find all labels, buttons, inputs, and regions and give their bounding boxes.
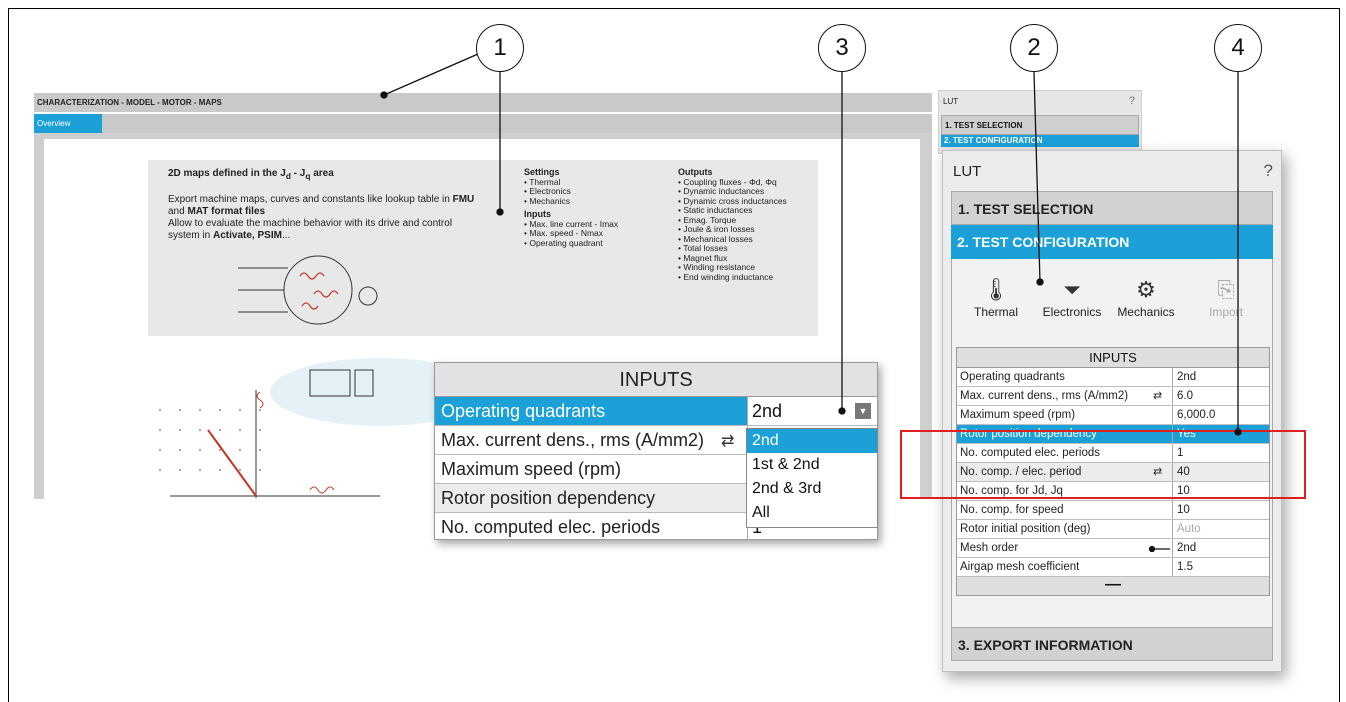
callout-3: 3	[818, 24, 866, 72]
input-row-comp-speed[interactable]: No. comp. for speed 10	[957, 501, 1269, 520]
outputs-list: Outputs Coupling fluxes - Φd, Φq Dynamic…	[678, 167, 787, 282]
option-1st-2nd[interactable]: 1st & 2nd	[747, 453, 877, 477]
collapse-button[interactable]: —	[957, 577, 1269, 595]
section-test-configuration[interactable]: 2. TEST CONFIGURATION	[951, 225, 1273, 259]
description-title: 2D maps defined in the Jd - Jq area	[168, 168, 334, 181]
input-row-mesh-order[interactable]: Mesh order 2nd	[957, 539, 1269, 558]
lut-small-test-selection[interactable]: 1. TEST SELECTION	[941, 115, 1139, 135]
swap-arrows-icon[interactable]: ⇄	[1153, 387, 1162, 405]
description-box: 2D maps defined in the Jd - Jq area Expo…	[148, 160, 818, 336]
help-icon[interactable]: ?	[1129, 95, 1135, 107]
tab-overview[interactable]: Overview	[34, 114, 102, 133]
zoom-row-label: Maximum speed (rpm)	[441, 459, 622, 479]
input-row-max-speed[interactable]: Maximum speed (rpm) 6,000.0	[957, 406, 1269, 425]
thermal-label: Thermal	[973, 305, 1018, 319]
highlight-box	[900, 430, 1306, 499]
operating-quadrants-options: 2nd 1st & 2nd 2nd & 3rd All	[746, 428, 878, 528]
lut-title: LUT	[953, 163, 982, 180]
zoom-row-operating-quadrants[interactable]: Operating quadrants 2nd ▼	[435, 397, 877, 426]
option-all[interactable]: All	[747, 501, 877, 525]
mechanics-button[interactable]: ⚙ Mechanics	[1106, 275, 1186, 319]
gears-icon: ⚙	[1136, 277, 1156, 302]
zoomed-inputs-header: INPUTS	[435, 363, 877, 397]
mechanics-label: Mechanics	[1117, 305, 1175, 319]
settings-list: Settings Thermal Electronics Mechanics I…	[524, 167, 618, 248]
input-value[interactable]: 2nd	[1172, 368, 1269, 386]
option-2nd[interactable]: 2nd	[747, 429, 877, 453]
operating-quadrants-select[interactable]: 2nd ▼	[747, 397, 877, 425]
motor-schematic	[238, 255, 378, 325]
input-value[interactable]: Auto	[1172, 520, 1269, 538]
callout-2: 2	[1010, 24, 1058, 72]
import-label: Import	[1208, 305, 1243, 319]
zoom-row-label: Rotor position dependency	[441, 488, 656, 508]
input-value[interactable]: 6,000.0	[1172, 406, 1269, 424]
lut-small-title: LUT ?	[943, 95, 1135, 107]
lut-panel: LUT ? 1. TEST SELECTION 2. TEST CONFIGUR…	[942, 150, 1282, 672]
input-value[interactable]: 2nd	[1172, 539, 1269, 557]
electronics-button[interactable]: ⏷ Electronics	[1032, 275, 1112, 319]
electronics-label: Electronics	[1042, 305, 1102, 319]
chevron-down-icon[interactable]: ▼	[855, 403, 871, 419]
thermometer-icon: 🌡	[982, 277, 1010, 302]
thermal-button[interactable]: 🌡 Thermal	[956, 275, 1036, 319]
inputs-header: INPUTS	[957, 348, 1269, 368]
zoom-row-label: Max. current dens., rms (A/mm2)	[441, 430, 705, 450]
section-export-information[interactable]: 3. EXPORT INFORMATION	[951, 627, 1273, 661]
option-2nd-3rd[interactable]: 2nd & 3rd	[747, 477, 877, 501]
input-value[interactable]: 6.0	[1172, 387, 1269, 405]
input-row-airgap-mesh[interactable]: Airgap mesh coefficient 1.5	[957, 558, 1269, 577]
tab-bar: Overview	[34, 114, 932, 133]
input-value[interactable]: 1.5	[1172, 558, 1269, 576]
callout-4: 4	[1214, 24, 1262, 72]
zoom-row-label: Operating quadrants	[441, 401, 606, 421]
window-title: CHARACTERIZATION - MODEL - MOTOR - MAPS	[34, 93, 932, 112]
input-row-max-current[interactable]: Max. current dens., rms (A/mm2) ⇄ 6.0	[957, 387, 1269, 406]
diode-icon: ⏷	[1063, 277, 1081, 302]
zoom-row-label: No. computed elec. periods	[441, 517, 661, 537]
input-row-rotor-initial-position[interactable]: Rotor initial position (deg) Auto	[957, 520, 1269, 539]
swap-arrows-icon[interactable]: ⇄	[721, 428, 734, 456]
lut-panel-small: LUT ? 1. TEST SELECTION 2. TEST CONFIGUR…	[938, 90, 1142, 154]
description-text: Export machine maps, curves and constant…	[168, 194, 475, 241]
import-icon: ⎘	[1217, 277, 1235, 302]
help-icon[interactable]: ?	[1264, 161, 1273, 181]
jd-jq-diagram	[159, 358, 470, 498]
input-row-operating-quadrants[interactable]: Operating quadrants 2nd	[957, 368, 1269, 387]
callout-1: 1	[476, 24, 524, 72]
import-button[interactable]: ⎘ Import	[1186, 275, 1266, 319]
input-value[interactable]: 10	[1172, 501, 1269, 519]
lut-small-test-configuration[interactable]: 2. TEST CONFIGURATION	[941, 135, 1139, 147]
section-test-selection[interactable]: 1. TEST SELECTION	[951, 191, 1273, 225]
